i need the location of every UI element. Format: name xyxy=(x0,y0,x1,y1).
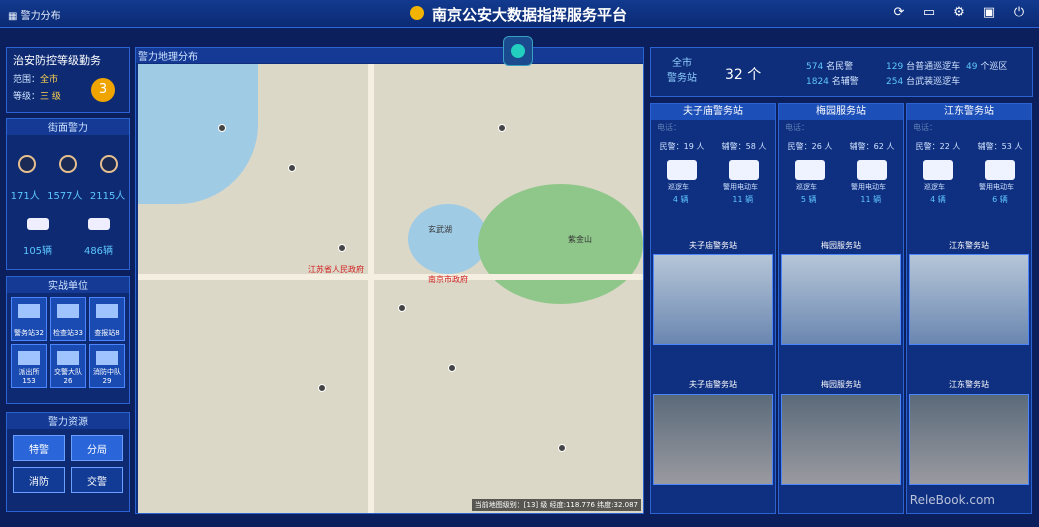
station-name: 梅园服务站 xyxy=(779,104,903,120)
building-icon xyxy=(18,304,40,318)
level-badge: 3 xyxy=(91,78,115,102)
duty-level-card: 治安防控等级勤务 范围：全市 等级：三 级 3 xyxy=(6,47,130,113)
scope-value: 全市 xyxy=(40,75,59,85)
police-car-icon xyxy=(87,218,110,230)
resources-title: 警力资源 xyxy=(7,413,129,429)
street-camera-feed[interactable] xyxy=(909,394,1029,485)
unit-traffic[interactable]: 交警大队26 xyxy=(50,344,86,388)
map-panel: 警力地理分布 江苏省人民政府 南京市政府 玄武湖 紫金山 当前地图级别：[13]… xyxy=(135,47,644,514)
level-value: 三 级 xyxy=(40,92,61,102)
patrol-car-icon xyxy=(667,160,697,180)
combat-units-card: 实战单位 警务站32 检查站33 查报站8 派出所153 交警大队26 消防中队… xyxy=(6,276,130,404)
police-pin[interactable] xyxy=(218,124,226,132)
station-card-meiyuan[interactable]: 梅园服务站 电话： 民警：26 人辅警：62 人 巡逻车 警用电动车 5 辆 11 … xyxy=(778,103,904,514)
resources-card: 警力资源 特警 分局 消防 交警 xyxy=(6,412,130,512)
unit-precinct[interactable]: 派出所153 xyxy=(11,344,47,388)
vehicle-count: 105辆 xyxy=(22,246,53,257)
building-icon xyxy=(57,304,79,318)
people-count: 2115人 xyxy=(89,191,126,202)
map-status: 当前地图级别：[13] 级 经度:118.776 纬度:32.087 xyxy=(471,499,641,511)
unit-checkpoint[interactable]: 检查站33 xyxy=(50,297,86,341)
scope-label: 范围： xyxy=(13,75,41,85)
map-label-mountain: 紫金山 xyxy=(568,235,592,244)
police-pin[interactable] xyxy=(288,164,296,172)
police-car-icon xyxy=(26,218,49,230)
people-count: 171人 xyxy=(10,191,40,202)
power-icon[interactable]: ⏻ xyxy=(1011,5,1027,21)
police-pin[interactable] xyxy=(318,384,326,392)
units-title: 实战单位 xyxy=(7,277,129,293)
street-camera-feed[interactable] xyxy=(781,394,901,485)
summary-panel: 全市 警务站 32 个 574 名民警 1824 名辅警 129 台普通巡逻车 2… xyxy=(650,47,1033,97)
traffic-button[interactable]: 交警 xyxy=(71,467,123,493)
police-pin[interactable] xyxy=(558,444,566,452)
display-icon[interactable]: ▣ xyxy=(981,5,997,21)
police-pin[interactable] xyxy=(498,124,506,132)
river xyxy=(138,64,258,204)
duty-title: 治安防控等级勤务 xyxy=(13,54,101,67)
summary-count: 32 个 xyxy=(725,67,762,83)
microphone-icon xyxy=(511,44,525,58)
police-officer-icon xyxy=(18,155,37,173)
summary-scope: 全市 xyxy=(672,58,692,69)
app-title: 南京公安大数据指挥服务平台 xyxy=(432,6,628,24)
building-icon xyxy=(96,304,118,318)
station-name: 江东警务站 xyxy=(907,104,1031,120)
map-label-lake: 玄武湖 xyxy=(428,225,452,234)
fire-button[interactable]: 消防 xyxy=(13,467,65,493)
menu-button[interactable]: ▦ 警力分布 xyxy=(8,7,61,22)
menu-label: 警力分布 xyxy=(20,11,61,22)
street-title: 街面警力 xyxy=(7,119,129,135)
special-police-button[interactable]: 特警 xyxy=(13,435,65,461)
summary-type: 警务站 xyxy=(667,73,697,84)
motorcycle-icon xyxy=(985,160,1015,180)
level-label: 等级： xyxy=(13,92,41,102)
mountain-area xyxy=(478,184,643,304)
police-pin[interactable] xyxy=(398,304,406,312)
motorcycle-icon xyxy=(857,160,887,180)
station-card-fuzimiao[interactable]: 夫子庙警务站 电话： 民警：19 人辅警：58 人 巡逻车 警用电动车 4 辆 11… xyxy=(650,103,776,514)
unit-police-station[interactable]: 警务站32 xyxy=(11,297,47,341)
map-area[interactable]: 江苏省人民政府 南京市政府 玄武湖 紫金山 当前地图级别：[13] 级 经度:1… xyxy=(138,64,643,513)
building-icon xyxy=(18,351,40,365)
building-icon xyxy=(96,351,118,365)
motorcycle-icon xyxy=(729,160,759,180)
monitor-icon[interactable]: ▭ xyxy=(921,5,937,21)
branch-button[interactable]: 分局 xyxy=(71,435,123,461)
vehicle-count: 486辆 xyxy=(83,246,114,257)
watermark: ReleBook.com xyxy=(909,493,995,507)
gear-icon[interactable]: ⚙ xyxy=(951,5,967,21)
map-label-city: 南京市政府 xyxy=(428,275,468,284)
station-name: 夫子庙警务站 xyxy=(651,104,775,120)
police-pin[interactable] xyxy=(338,244,346,252)
top-bar: ▦ 警力分布 南京公安大数据指挥服务平台 ⟳ ▭ ⚙ ▣ ⏻ xyxy=(0,0,1039,28)
police-pin[interactable] xyxy=(448,364,456,372)
map-label-government: 江苏省人民政府 xyxy=(308,265,364,274)
station-card-jiangdong[interactable]: 江东警务站 电话： 民警：22 人辅警：53 人 巡逻车 警用电动车 4 辆6 辆… xyxy=(906,103,1032,514)
street-camera-feed[interactable] xyxy=(653,394,773,485)
road xyxy=(368,64,374,513)
patrol-car-icon xyxy=(923,160,953,180)
road xyxy=(138,274,643,280)
refresh-icon[interactable]: ⟳ xyxy=(891,5,907,21)
building-icon xyxy=(57,351,79,365)
map-title: 警力地理分布 xyxy=(136,48,643,63)
unit-report-station[interactable]: 查报站8 xyxy=(89,297,125,341)
lake xyxy=(408,204,488,274)
street-police-card: 街面警力 171人 1577人 2115人 105辆 486辆 xyxy=(6,118,130,270)
station-photo[interactable] xyxy=(909,254,1029,345)
patrol-car-icon xyxy=(795,160,825,180)
police-officer-icon xyxy=(58,155,77,173)
police-officer-icon xyxy=(99,155,118,173)
police-badge-icon xyxy=(410,6,424,20)
unit-fire[interactable]: 消防中队29 xyxy=(89,344,125,388)
station-photo[interactable] xyxy=(653,254,773,345)
station-photo[interactable] xyxy=(781,254,901,345)
microphone-button[interactable] xyxy=(503,36,533,66)
people-count: 1577人 xyxy=(47,191,83,202)
